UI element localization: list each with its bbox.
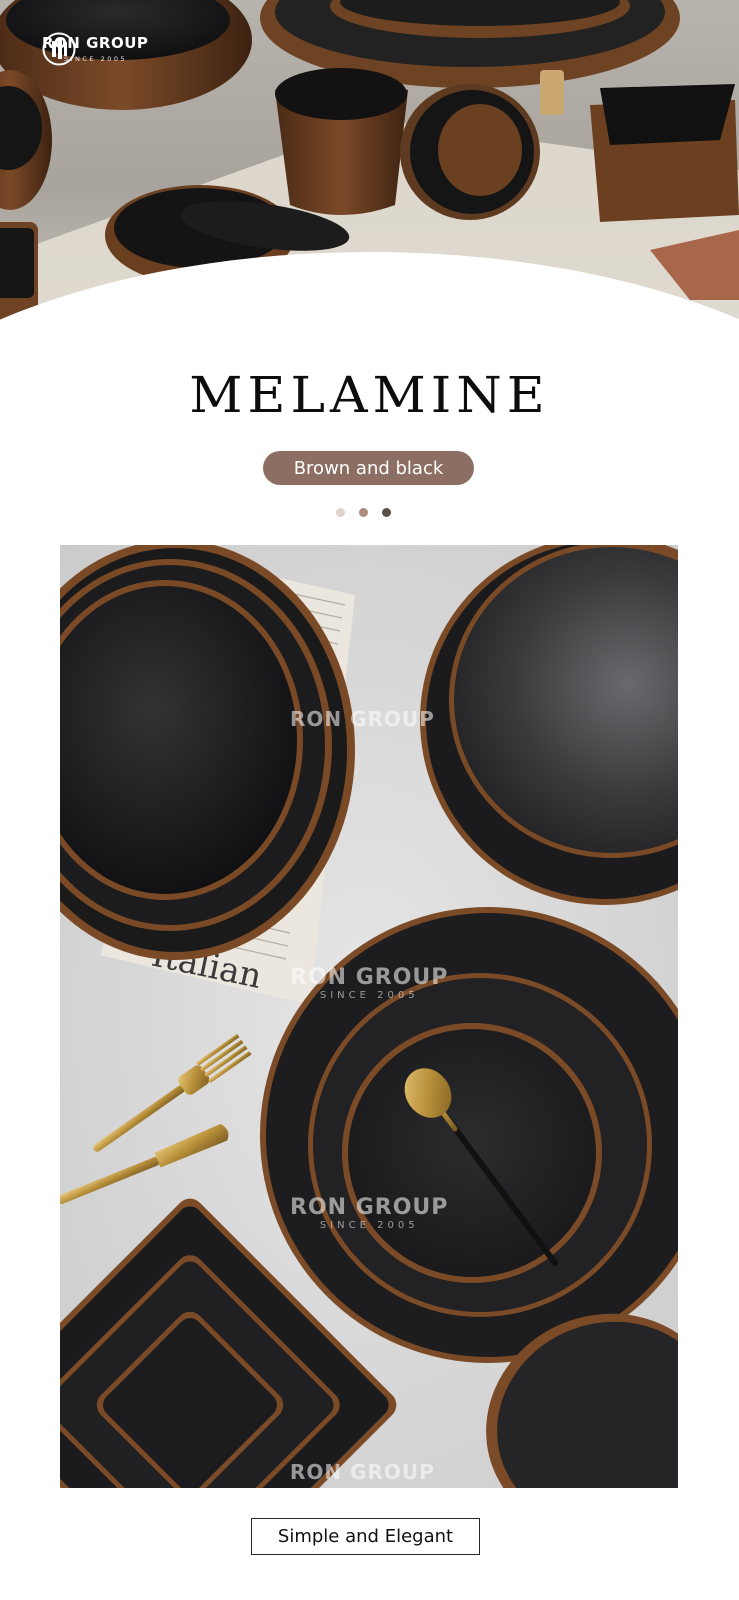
brand-since: SINCE 2005 <box>64 55 128 63</box>
carousel-dot-active[interactable] <box>382 508 391 517</box>
carousel-dot[interactable] <box>336 508 345 517</box>
hero-banner: RON GROUP SINCE 2005 <box>0 0 739 340</box>
page-title: MELAMINE <box>189 367 550 425</box>
tagline-box: Simple and Elegant <box>251 1518 480 1555</box>
carousel-indicator[interactable] <box>336 508 391 517</box>
color-variant-badge: Brown and black <box>263 451 474 485</box>
brand-logo[interactable]: RON GROUP SINCE 2005 <box>42 32 148 66</box>
tableware-illustration: Italian <box>60 545 678 1488</box>
carousel-dot[interactable] <box>359 508 368 517</box>
product-photo: Italian RON GROUP RON GROUP SINCE 2005 R… <box>60 545 678 1488</box>
